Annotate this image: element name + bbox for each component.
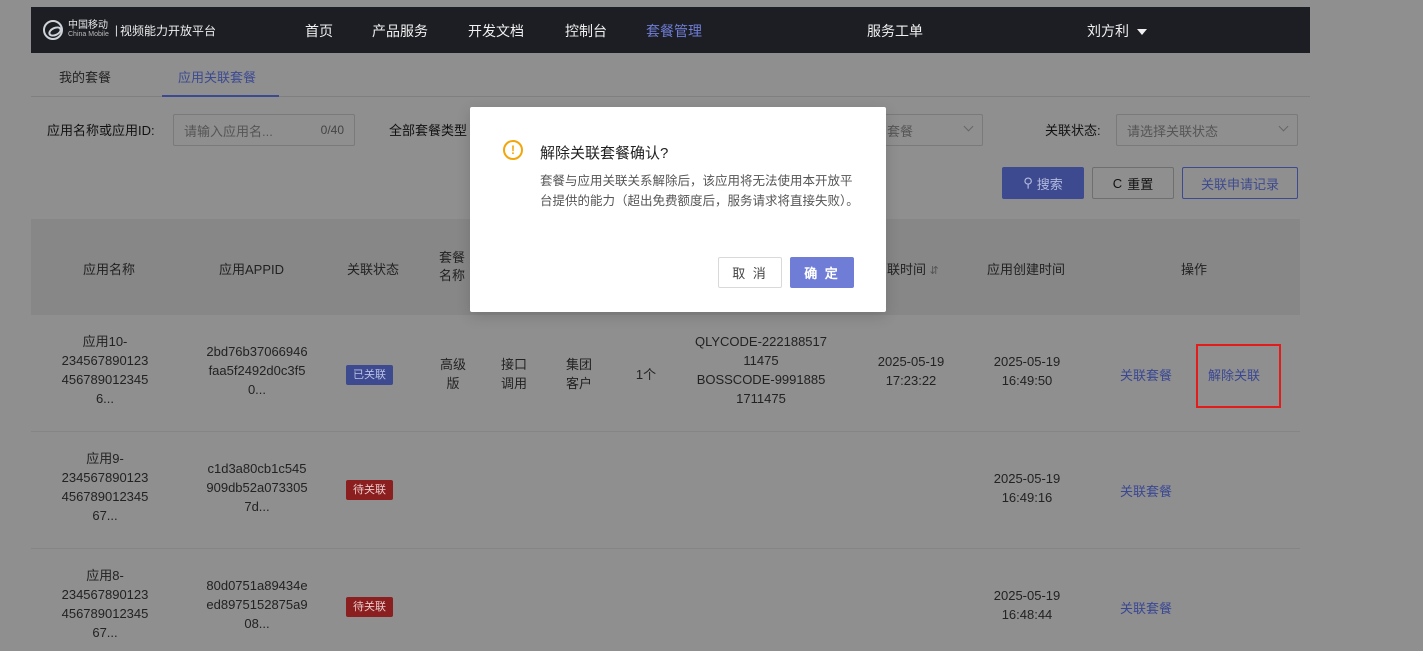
app-name-cell: 应用8- 234567890123 456789012345 67...	[61, 568, 149, 640]
app-name-cell: 应用9- 234567890123 456789012345 67...	[61, 451, 149, 523]
caret-down-icon	[1137, 29, 1147, 36]
status-badge: 待关联	[346, 480, 393, 500]
app-search-count: 0/40	[320, 123, 344, 137]
usage-type-cell: 接口 调用	[500, 357, 527, 391]
confirm-button[interactable]: 确 定	[790, 257, 854, 288]
nav-docs[interactable]: 开发文档	[468, 21, 524, 41]
dialog-message: 套餐与应用关联关系解除后，该应用将无法使用本开放平台提供的能力（超出免费额度后，…	[540, 174, 859, 208]
package-code-cell: QLYCODE-222188517 11475 BOSSCODE-9991885…	[694, 334, 827, 406]
link-status-select[interactable]: 请选择关联状态	[1116, 114, 1298, 146]
cancel-button[interactable]: 取 消	[718, 257, 782, 288]
nav-package-management[interactable]: 套餐管理	[646, 21, 702, 41]
link-status-placeholder: 请选择关联状态	[1127, 123, 1219, 139]
nav-console[interactable]: 控制台	[565, 21, 607, 41]
th-create-time: 应用创建时间	[987, 262, 1066, 277]
table-row: 应用10- 234567890123 456789012345 6... 2bd…	[31, 315, 1300, 432]
china-mobile-logo-icon	[43, 20, 63, 40]
package-type-label[interactable]: 全部套餐类型	[389, 120, 467, 139]
refresh-icon: C	[1112, 175, 1123, 191]
highlight-box	[1196, 344, 1281, 408]
user-menu[interactable]: 刘方利	[1087, 21, 1147, 41]
appid-cell: 80d0751a89434e ed8975152875a9 08...	[206, 578, 308, 631]
th-app-name: 应用名称	[83, 262, 136, 277]
link-time-cell: 2025-05-19 17:23:22	[877, 354, 945, 388]
app-name-cell: 应用10- 234567890123 456789012345 6...	[61, 334, 149, 406]
tab-my-packages[interactable]: 我的套餐	[59, 67, 111, 86]
package-select-placeholder: 套餐	[887, 123, 914, 139]
search-button[interactable]: ⚲ 搜索	[1002, 167, 1084, 199]
reset-button[interactable]: C 重置	[1092, 167, 1174, 199]
logo-en-text: China Mobile	[68, 31, 109, 38]
th-appid: 应用APPID	[219, 262, 285, 277]
active-tab-underline	[162, 95, 279, 97]
search-icon: ⚲	[1023, 175, 1033, 190]
nav-home[interactable]: 首页	[305, 21, 333, 41]
th-actions: 操作	[1181, 262, 1208, 277]
user-name: 刘方利	[1087, 23, 1129, 39]
nav-service-tickets[interactable]: 服务工单	[867, 21, 923, 41]
chevron-down-icon	[963, 121, 974, 132]
status-badge: 已关联	[346, 365, 393, 385]
create-time-cell: 2025-05-19 16:49:50	[993, 354, 1061, 388]
link-package-link[interactable]: 关联套餐	[1120, 598, 1172, 617]
unlink-confirm-dialog: ! 解除关联套餐确认? 套餐与应用关联关系解除后，该应用将无法使用本开放平台提供…	[470, 107, 886, 312]
sort-icon: ⇵	[929, 265, 939, 277]
platform-name: 视频能力开放平台	[119, 23, 216, 38]
th-package-name: 套餐名称	[439, 250, 466, 283]
quantity-cell: 1个	[635, 367, 657, 382]
tab-bar: 我的套餐 应用关联套餐	[31, 53, 1310, 97]
link-package-link[interactable]: 关联套餐	[1120, 481, 1172, 500]
package-name-cell: 高级 版	[439, 357, 466, 391]
table-row: 应用8- 234567890123 456789012345 67... 80d…	[31, 549, 1300, 651]
link-package-link[interactable]: 关联套餐	[1120, 365, 1172, 384]
link-status-label: 关联状态:	[1045, 123, 1101, 138]
app-search-placeholder: 请输入应用名...	[184, 123, 273, 139]
appid-cell: c1d3a80cb1c545 909db52a073305 7d...	[206, 461, 308, 514]
appid-cell: 2bd76b37066946 faa5f2492d0c3f5 0...	[206, 344, 308, 397]
th-link-status: 关联状态	[347, 262, 400, 277]
logo-separator: |	[114, 23, 118, 37]
status-badge: 待关联	[346, 597, 393, 617]
top-navigation-bar: 中国移动 China Mobile | 视频能力开放平台 首页 产品服务 开发文…	[31, 7, 1310, 53]
create-time-cell: 2025-05-19 16:49:16	[993, 471, 1061, 505]
dialog-title: 解除关联套餐确认?	[540, 145, 669, 162]
warning-icon: !	[503, 140, 523, 160]
tab-app-linked-packages[interactable]: 应用关联套餐	[178, 67, 256, 86]
create-time-cell: 2025-05-19 16:48:44	[993, 588, 1061, 622]
logo-cn-text: 中国移动	[68, 20, 108, 31]
chevron-down-icon	[1278, 121, 1289, 132]
table-row: 应用9- 234567890123 456789012345 67... c1d…	[31, 432, 1300, 549]
customer-type-cell: 集团 客户	[565, 357, 592, 391]
china-mobile-logo[interactable]: 中国移动 China Mobile | 视频能力开放平台	[43, 20, 216, 40]
link-request-log-button[interactable]: 关联申请记录	[1182, 167, 1298, 199]
app-search-input[interactable]: 请输入应用名... 0/40	[173, 114, 355, 146]
th-link-time[interactable]: 联时间 ⇵	[887, 259, 939, 278]
package-select[interactable]: 套餐	[876, 114, 983, 146]
nav-products[interactable]: 产品服务	[372, 21, 428, 41]
app-name-label: 应用名称或应用ID:	[47, 123, 155, 138]
